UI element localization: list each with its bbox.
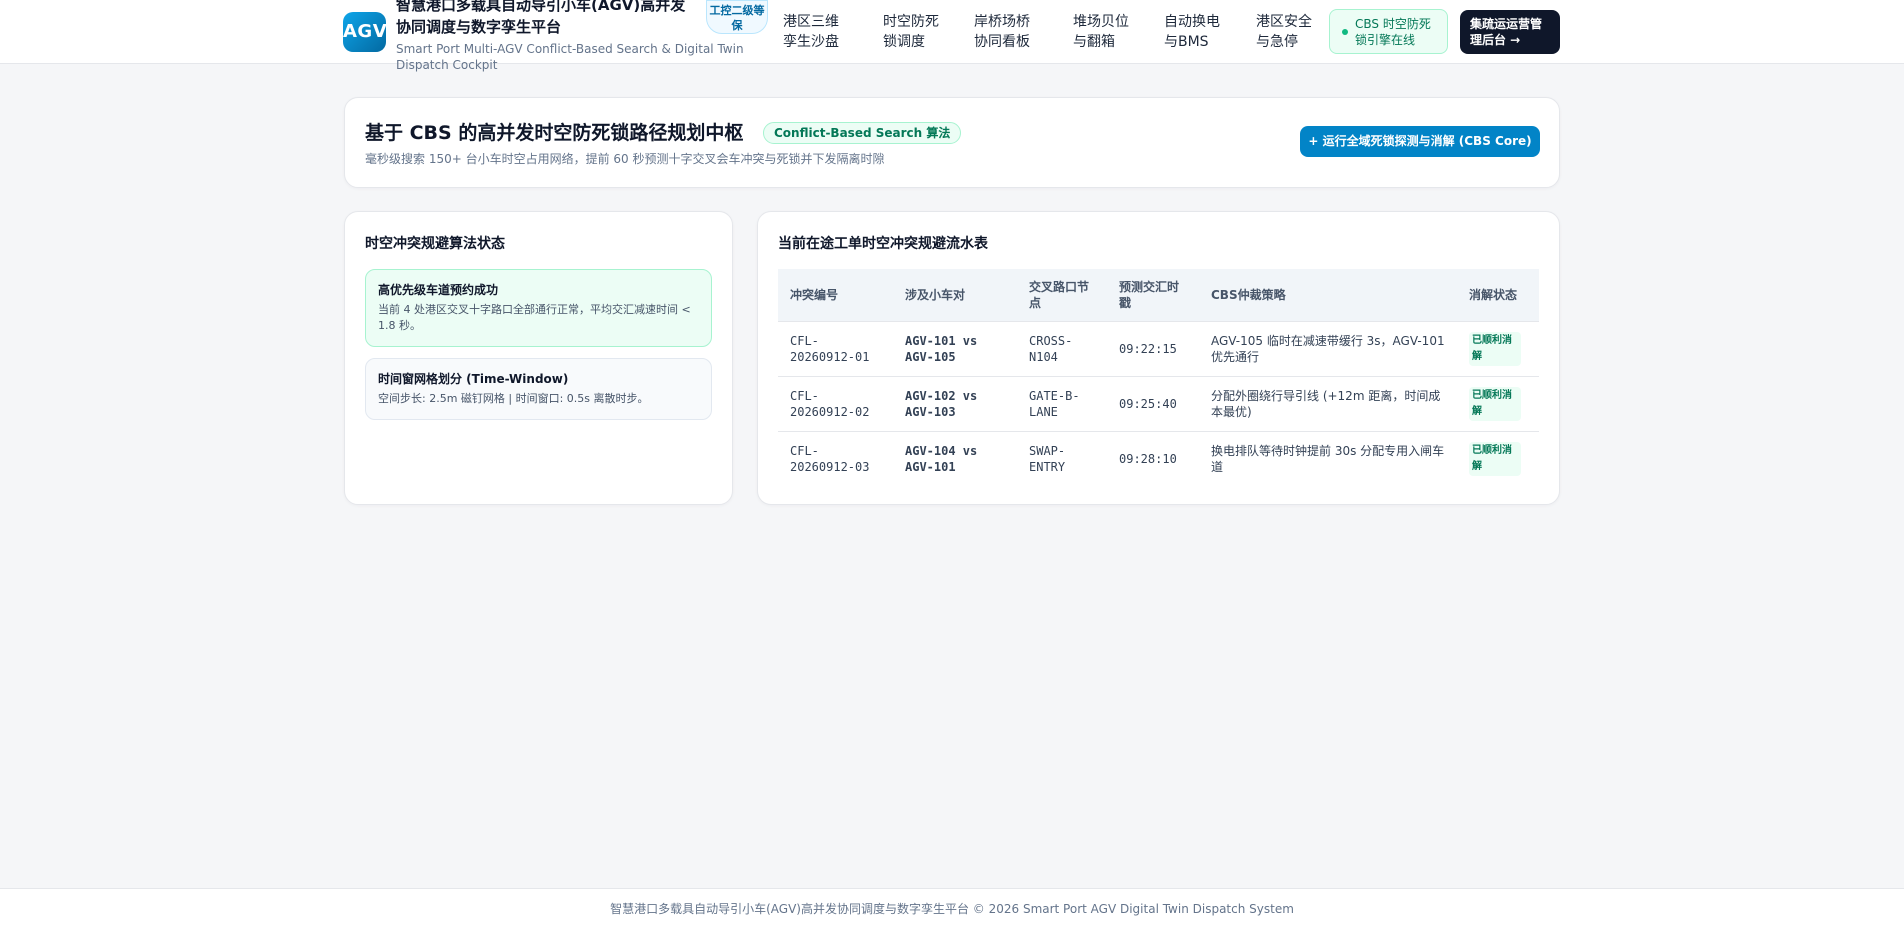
resolved-badge: 已顺利消解 — [1469, 331, 1521, 366]
platform-title: 智慧港口多载具自动导引小车(AGV)高并发协同调度与数字孪生平台 — [396, 0, 686, 36]
resolve-status-cell: 已顺利消解 — [1457, 375, 1539, 431]
nav-safety-estop[interactable]: 港区安全与急停 — [1256, 12, 1320, 52]
cross-node: CROSS-N104 — [1017, 320, 1107, 376]
table-row[interactable]: CFL-20260912-01 AGV-101 vs AGV-105 CROSS… — [778, 320, 1539, 376]
admin-console-button[interactable]: 集疏运运营管理后台 → — [1460, 10, 1560, 54]
hero-title: 基于 CBS 的高并发时空防死锁路径规划中枢 — [365, 122, 744, 144]
time-window-status: 时间窗网格划分 (Time-Window) 空间步长: 2.5m 磁钉网格 | … — [365, 358, 712, 420]
nav-yard-bay[interactable]: 堆场贝位与翻箱 — [1073, 12, 1137, 52]
nav-deadlock-dispatch[interactable]: 时空防死锁调度 — [883, 12, 947, 52]
resolve-status-cell: 已顺利消解 — [1457, 320, 1539, 376]
table-header-row: 冲突编号 涉及小车对 交叉路口节点 预测交汇时戳 CBS仲裁策略 消解状态 — [778, 269, 1539, 321]
online-dot-icon — [1342, 29, 1348, 35]
agv-pair: AGV-101 vs AGV-105 — [893, 320, 1017, 376]
table-row[interactable]: CFL-20260912-02 AGV-102 vs AGV-103 GATE-… — [778, 375, 1539, 431]
conflict-log-card: 当前在途工单时空冲突规避流水表 冲突编号 涉及小车对 交叉路口节点 预测交汇时戳… — [757, 211, 1560, 505]
column-header: CBS仲裁策略 — [1199, 269, 1457, 321]
status-item-desc: 空间步长: 2.5m 磁钉网格 | 时间窗口: 0.5s 离散时步。 — [378, 392, 649, 405]
column-header: 预测交汇时戳 — [1107, 269, 1199, 321]
resolve-status-cell: 已顺利消解 — [1457, 430, 1539, 486]
agv-logo: AGV — [343, 12, 386, 52]
algorithm-status-card: 时空冲突规避算法状态 高优先级车道预约成功 当前 4 处港区交叉十字路口全部通行… — [344, 211, 733, 505]
lane-reservation-status: 高优先级车道预约成功 当前 4 处港区交叉十字路口全部通行正常，平均交汇减速时间… — [365, 269, 712, 347]
column-header: 涉及小车对 — [893, 269, 1017, 321]
conflict-id: CFL-20260912-03 — [778, 430, 893, 486]
conflict-id: CFL-20260912-01 — [778, 320, 893, 376]
cross-node: SWAP-ENTRY — [1017, 430, 1107, 486]
resolved-badge: 已顺利消解 — [1469, 441, 1521, 476]
cbs-strategy: 换电排队等待时钟提前 30s 分配专用入闸车道 — [1199, 430, 1457, 486]
page-footer: 智慧港口多载具自动导引小车(AGV)高并发协同调度与数字孪生平台 © 2026 … — [0, 888, 1904, 929]
algorithm-badge: Conflict-Based Search 算法 — [763, 122, 962, 144]
cbs-strategy: AGV-105 临时在减速带缓行 3s，AGV-101 优先通行 — [1199, 320, 1457, 376]
conflict-log-title: 当前在途工单时空冲突规避流水表 — [778, 236, 988, 252]
status-item-desc: 当前 4 处港区交叉十字路口全部通行正常，平均交汇减速时间 < 1.8 秒。 — [378, 303, 691, 332]
agv-pair: AGV-102 vs AGV-103 — [893, 375, 1017, 431]
engine-status-text: CBS 时空防死锁引擎在线 — [1355, 17, 1431, 47]
resolved-badge: 已顺利消解 — [1469, 386, 1521, 421]
engine-status-pill: CBS 时空防死锁引擎在线 — [1329, 9, 1448, 54]
table-row[interactable]: CFL-20260912-03 AGV-104 vs AGV-101 SWAP-… — [778, 430, 1539, 486]
platform-subtitle: Smart Port Multi-AGV Conflict-Based Sear… — [396, 42, 744, 72]
column-header: 冲突编号 — [778, 269, 893, 321]
algorithm-status-title: 时空冲突规避算法状态 — [365, 236, 505, 252]
nav-battery-swap[interactable]: 自动换电与BMS — [1164, 12, 1228, 52]
conflict-table: 冲突编号 涉及小车对 交叉路口节点 预测交汇时戳 CBS仲裁策略 消解状态 CF… — [778, 269, 1539, 486]
nav-digital-twin-sandbox[interactable]: 港区三维孪生沙盘 — [783, 12, 847, 52]
column-header: 消解状态 — [1457, 269, 1539, 321]
predicted-time: 09:25:40 — [1107, 375, 1199, 431]
cbs-hero-card: 基于 CBS 的高并发时空防死锁路径规划中枢 Conflict-Based Se… — [344, 97, 1560, 188]
top-header: AGV 智慧港口多载具自动导引小车(AGV)高并发协同调度与数字孪生平台 Sma… — [0, 0, 1904, 72]
agv-pair: AGV-104 vs AGV-101 — [893, 430, 1017, 486]
status-item-title: 时间窗网格划分 (Time-Window) — [378, 372, 569, 386]
cbs-strategy: 分配外圈绕行导引线 (+12m 距离，时间成本最优) — [1199, 375, 1457, 431]
column-header: 交叉路口节点 — [1017, 269, 1107, 321]
conflict-id: CFL-20260912-02 — [778, 375, 893, 431]
predicted-time: 09:28:10 — [1107, 430, 1199, 486]
nav-crane-dashboard[interactable]: 岸桥场桥协同看板 — [974, 12, 1038, 52]
status-item-title: 高优先级车道预约成功 — [378, 283, 499, 297]
run-cbs-button[interactable]: + 运行全域死锁探测与消解 (CBS Core) — [1300, 126, 1540, 157]
cross-node: GATE-B-LANE — [1017, 375, 1107, 431]
hero-description: 毫秒级搜索 150+ 台小车时空占用网络，提前 60 秒预测十字交叉会车冲突与死… — [365, 152, 885, 166]
predicted-time: 09:22:15 — [1107, 320, 1199, 376]
security-level-badge: 工控二级等保 — [706, 0, 768, 34]
